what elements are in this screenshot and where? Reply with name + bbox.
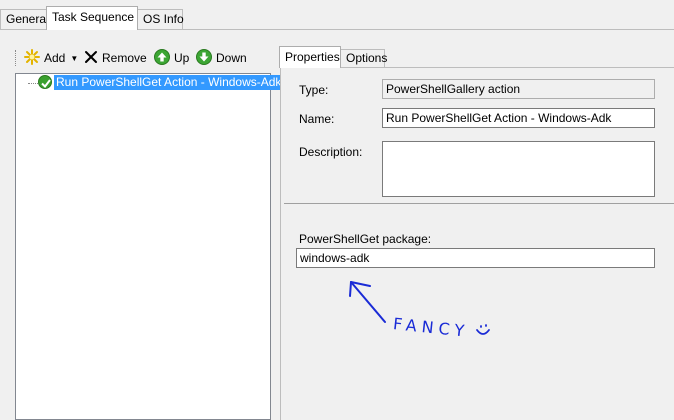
tree-item-label: Run PowerShellGet Action - Windows-Adk <box>56 75 282 89</box>
smiley-icon <box>476 324 490 335</box>
tab-os-info[interactable]: OS Info <box>137 9 184 29</box>
task-sequence-tree[interactable] <box>15 73 271 420</box>
chevron-down-icon[interactable]: ▼ <box>70 54 78 63</box>
description-label: Description: <box>299 145 363 159</box>
package-field[interactable]: windows-adk <box>296 248 655 268</box>
handwritten-arrow-annotation <box>349 281 386 323</box>
type-label: Type: <box>299 83 329 97</box>
arrow-up-icon <box>154 48 170 68</box>
package-label: PowerShellGet package: <box>299 232 432 246</box>
add-button[interactable]: Add ▼ <box>24 48 78 68</box>
tree-item-selected[interactable]: Run PowerShellGet Action - Windows-Adk <box>54 75 284 90</box>
up-button[interactable]: Up <box>154 48 189 68</box>
type-field: PowerShellGallery action <box>382 79 655 99</box>
tab-general-label: General <box>6 12 49 26</box>
description-field[interactable] <box>382 141 655 197</box>
tab-os-info-label: OS Info <box>143 12 184 26</box>
name-field[interactable]: Run PowerShellGet Action - Windows-Adk <box>382 108 655 128</box>
remove-button[interactable]: Remove <box>84 48 147 68</box>
tab-properties[interactable]: Properties <box>279 46 341 68</box>
close-icon <box>84 50 98 67</box>
tab-options[interactable]: Options <box>340 49 388 68</box>
down-label: Down <box>216 51 247 65</box>
section-divider <box>284 203 674 204</box>
add-label: Add <box>44 51 66 65</box>
tab-properties-label: Properties <box>285 50 340 64</box>
name-label: Name: <box>299 112 335 126</box>
tab-options-label: Options <box>346 51 388 65</box>
toolbar-grip[interactable] <box>15 50 18 66</box>
tab-task-sequence[interactable]: Task Sequence <box>46 6 138 30</box>
add-icon <box>24 48 40 68</box>
up-label: Up <box>174 51 190 65</box>
tab-task-sequence-label: Task Sequence <box>52 10 135 24</box>
tab-general[interactable]: General <box>0 9 49 29</box>
arrow-down-icon <box>196 48 212 68</box>
check-icon <box>38 75 52 89</box>
remove-label: Remove <box>102 51 147 65</box>
down-button[interactable]: Down <box>196 48 247 68</box>
